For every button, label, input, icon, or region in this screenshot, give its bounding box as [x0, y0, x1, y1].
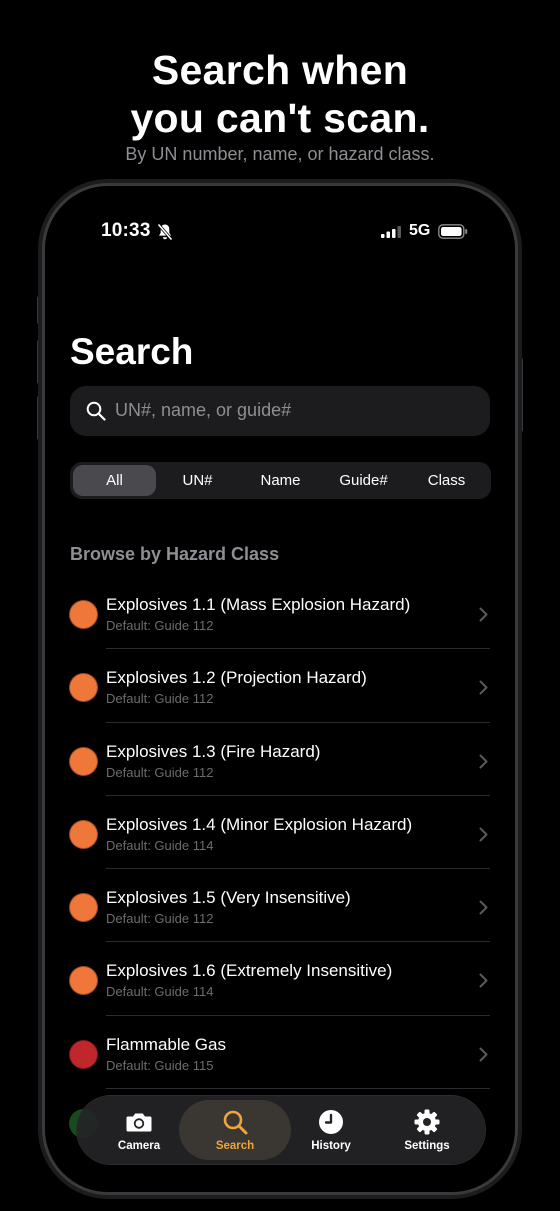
- hazard-color-dot: [69, 893, 98, 923]
- hazard-class-row[interactable]: Explosives 1.1 (Mass Explosion Hazard) De…: [45, 576, 515, 650]
- tab-camera[interactable]: Camera: [89, 1096, 189, 1164]
- hazard-class-row[interactable]: Explosives 1.4 (Minor Explosion Hazard) D…: [45, 796, 515, 870]
- promo-headline-line1: Search when: [151, 47, 409, 93]
- hazard-class-guide: Default: Guide 112: [106, 764, 214, 780]
- hazard-class-list: Explosives 1.1 (Mass Explosion Hazard) De…: [45, 576, 515, 1090]
- filter-un-number[interactable]: UN#: [156, 465, 239, 496]
- hazard-class-title: Explosives 1.6 (Extremely Insensitive): [106, 961, 393, 981]
- filter-segmented-control: All UN# Name Guide# Class: [70, 462, 491, 499]
- filter-class[interactable]: Class: [405, 465, 488, 496]
- hazard-class-title: Explosives 1.3 (Fire Hazard): [106, 741, 321, 761]
- hazard-class-title: Explosives 1.2 (Projection Hazard): [106, 668, 367, 688]
- tab-history-label: History: [311, 1140, 351, 1152]
- hazard-class-guide: Default: Guide 114: [106, 984, 214, 1000]
- phone-frame: 10:33 5G Search UN#, name, or guide# All…: [42, 183, 518, 1195]
- hazard-class-guide: Default: Guide 114: [106, 837, 214, 853]
- search-icon: [86, 401, 106, 421]
- chevron-right-icon: [479, 607, 488, 622]
- tab-camera-label: Camera: [117, 1140, 161, 1152]
- chevron-right-icon: [479, 680, 488, 695]
- search-input[interactable]: UN#, name, or guide#: [70, 386, 490, 436]
- hazard-class-guide: Default: Guide 115: [106, 1057, 214, 1073]
- chevron-right-icon: [479, 1047, 488, 1062]
- chevron-right-icon: [479, 754, 488, 769]
- hazard-class-row[interactable]: Explosives 1.6 (Extremely Insensitive) De…: [45, 942, 515, 1016]
- chevron-right-icon: [479, 900, 488, 915]
- network-type: 5G: [409, 222, 431, 239]
- chevron-right-icon: [479, 973, 488, 988]
- tab-search-label: Search: [215, 1140, 255, 1152]
- power-button: [518, 358, 523, 432]
- section-header: Browse by Hazard Class: [70, 544, 280, 564]
- search-icon: [223, 1110, 248, 1135]
- hazard-class-row[interactable]: Explosives 1.5 (Very Insensitive) Default…: [45, 869, 515, 943]
- tab-settings-label: Settings: [404, 1140, 450, 1152]
- hazard-class-row[interactable]: Explosives 1.2 (Projection Hazard) Defaul…: [45, 649, 515, 723]
- clock-icon: [319, 1110, 343, 1134]
- hazard-class-guide: Default: Guide 112: [106, 911, 214, 927]
- hazard-class-row[interactable]: Explosives 1.3 (Fire Hazard) Default: Gui…: [45, 723, 515, 796]
- row-divider: [106, 1088, 490, 1090]
- hazard-class-row[interactable]: Flammable Gas Default: Guide 115: [45, 1016, 515, 1090]
- hazard-class-title: Explosives 1.4 (Minor Explosion Hazard): [106, 814, 413, 834]
- hazard-color-dot: [69, 819, 98, 849]
- promo-headline-line2: you can't scan.: [130, 95, 430, 141]
- filter-guide-number[interactable]: Guide#: [322, 465, 405, 496]
- camera-icon: [126, 1113, 152, 1132]
- hazard-color-dot: [69, 1039, 98, 1069]
- filter-all[interactable]: All: [73, 465, 156, 496]
- hazard-class-title: Explosives 1.1 (Mass Explosion Hazard): [106, 595, 411, 614]
- hazard-color-dot: [69, 600, 98, 629]
- cellular-signal-icon: [381, 226, 401, 238]
- promo-subtitle: By UN number, name, or hazard class.: [125, 144, 435, 164]
- tab-history[interactable]: History: [281, 1096, 381, 1164]
- status-time: 10:33: [101, 220, 151, 241]
- search-placeholder: UN#, name, or guide#: [115, 400, 292, 420]
- hazard-class-title: Explosives 1.5 (Very Insensitive): [106, 888, 351, 908]
- tab-search[interactable]: Search: [179, 1096, 291, 1164]
- hazard-class-title: Flammable Gas: [106, 1034, 226, 1054]
- hazard-color-dot: [69, 673, 98, 703]
- tab-settings[interactable]: Settings: [377, 1096, 477, 1164]
- promo-headline: Search when you can't scan.: [0, 46, 560, 142]
- hazard-color-dot: [69, 746, 98, 776]
- bell-slash-icon: [157, 223, 173, 241]
- hazard-color-dot: [69, 966, 98, 996]
- gear-icon: [414, 1109, 440, 1135]
- hazard-class-guide: Default: Guide 112: [106, 618, 214, 633]
- tab-bar: Camera Search History Settings: [77, 1096, 485, 1164]
- filter-name[interactable]: Name: [239, 465, 322, 496]
- hazard-class-guide: Default: Guide 112: [106, 691, 214, 707]
- battery-icon: [438, 224, 468, 239]
- chevron-right-icon: [479, 827, 488, 842]
- page-title: Search: [70, 331, 194, 372]
